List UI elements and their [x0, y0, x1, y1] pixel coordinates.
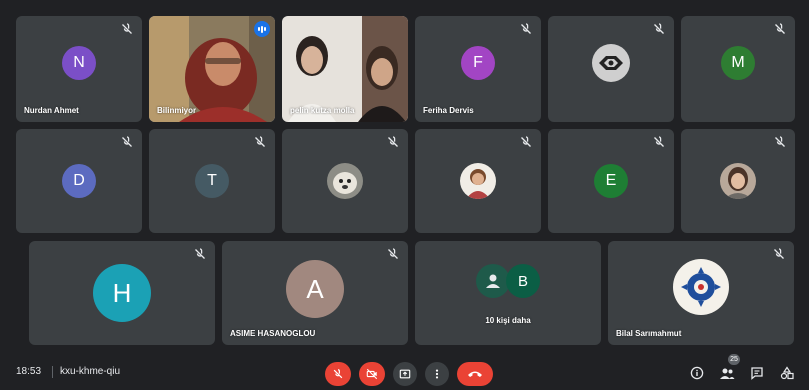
- people-count-badge: 25: [728, 354, 740, 365]
- participant-tile-d[interactable]: D: [16, 129, 142, 233]
- participant-tile-logo[interactable]: [548, 16, 674, 122]
- avatar-initial: M: [731, 54, 745, 71]
- avatar: H: [93, 264, 151, 322]
- mic-off-icon: [519, 22, 533, 36]
- people-button[interactable]: [718, 364, 736, 382]
- avatar: F: [461, 46, 495, 80]
- mic-off-icon: [519, 135, 533, 149]
- logo-avatar: [592, 44, 630, 82]
- mic-off-icon: [386, 247, 400, 261]
- mic-toggle-button[interactable]: [325, 362, 351, 386]
- people-icon: [720, 368, 735, 379]
- more-vert-icon: [435, 369, 439, 379]
- profile-photo: [460, 163, 496, 199]
- avatar-initial: E: [605, 172, 617, 189]
- participant-tile-nurdan[interactable]: N Nurdan Ahmet: [16, 16, 142, 122]
- participant-tile-e[interactable]: E: [548, 129, 674, 233]
- participant-tile-photo-child[interactable]: [415, 129, 541, 233]
- mic-off-icon: [193, 247, 207, 261]
- mic-off-icon: [333, 369, 343, 379]
- more-options-button[interactable]: [425, 362, 449, 386]
- divider: [52, 366, 53, 378]
- avatar: T: [195, 164, 229, 198]
- participant-name: Bilal Sarımahmut: [616, 329, 682, 338]
- mic-off-icon: [120, 135, 134, 149]
- mic-off-icon: [772, 247, 786, 261]
- avatar-initial: N: [73, 54, 85, 71]
- participant-tile-h[interactable]: H: [29, 241, 215, 345]
- participant-name: Bilinmiyor: [157, 106, 197, 115]
- present-icon: [399, 369, 411, 379]
- mic-off-icon: [253, 135, 267, 149]
- avatar-initial: F: [473, 54, 483, 71]
- person-icon: [476, 264, 510, 298]
- hang-up-icon: [468, 371, 482, 377]
- bottom-control-bar: 18:53 kxu-khme-qiu 25: [0, 354, 809, 390]
- avatar-initial: B: [517, 272, 528, 290]
- avatar: N: [62, 46, 96, 80]
- avatar-initial: T: [207, 172, 217, 189]
- mic-off-icon: [386, 135, 400, 149]
- participant-tile-photo-dog[interactable]: [282, 129, 408, 233]
- chat-button[interactable]: [748, 364, 766, 382]
- mic-off-icon: [652, 22, 666, 36]
- participant-tile-bilinmiyor[interactable]: Bilinmiyor: [149, 16, 275, 122]
- speaking-indicator: [254, 21, 270, 37]
- participant-name: pelin kutza molla: [290, 106, 355, 115]
- meeting-details-button[interactable]: [688, 364, 706, 382]
- shapes-icon: [780, 366, 794, 380]
- activities-button[interactable]: [778, 364, 796, 382]
- logo-icon: [599, 56, 623, 70]
- avatar: M: [721, 46, 755, 80]
- avatar-initial: H: [112, 277, 132, 308]
- profile-photo: [720, 163, 756, 199]
- participant-tile-feriha[interactable]: F Feriha Dervis: [415, 16, 541, 122]
- camera-off-icon: [366, 368, 378, 380]
- participant-tile-m[interactable]: M: [681, 16, 795, 122]
- avatar: A: [286, 260, 344, 318]
- participant-tile-asime[interactable]: A ASIME HASANOGLOU: [222, 241, 408, 345]
- participant-tile-t[interactable]: T: [149, 129, 275, 233]
- participant-name: ASIME HASANOGLOU: [230, 329, 316, 338]
- participant-name: Nurdan Ahmet: [24, 106, 79, 115]
- mic-off-icon: [773, 135, 787, 149]
- present-screen-button[interactable]: [393, 362, 417, 386]
- chat-icon: [751, 367, 763, 380]
- profile-photo: [327, 163, 363, 199]
- more-participants-label: 10 kişi daha: [485, 316, 531, 325]
- avatar-initial: D: [73, 172, 85, 189]
- profile-photo: [673, 259, 729, 315]
- leave-call-button[interactable]: [457, 362, 493, 386]
- participant-tile-pelin[interactable]: pelin kutza molla: [282, 16, 408, 122]
- more-participants-tile[interactable]: B 10 kişi daha: [415, 241, 601, 345]
- meeting-code: kxu-khme-qiu: [60, 366, 121, 377]
- info-icon: [690, 366, 704, 380]
- participant-tile-photo-woman[interactable]: [681, 129, 795, 233]
- participant-tile-bilal[interactable]: Bilal Sarımahmut: [608, 241, 794, 345]
- avatar: D: [62, 164, 96, 198]
- mic-off-icon: [773, 22, 787, 36]
- participant-name: Feriha Dervis: [423, 106, 474, 115]
- avatar: E: [594, 164, 628, 198]
- avatar-initial: A: [306, 273, 324, 304]
- camera-toggle-button[interactable]: [359, 362, 385, 386]
- mic-off-icon: [652, 135, 666, 149]
- avatar: B: [506, 264, 540, 298]
- meeting-time: 18:53: [16, 366, 42, 377]
- mic-off-icon: [120, 22, 134, 36]
